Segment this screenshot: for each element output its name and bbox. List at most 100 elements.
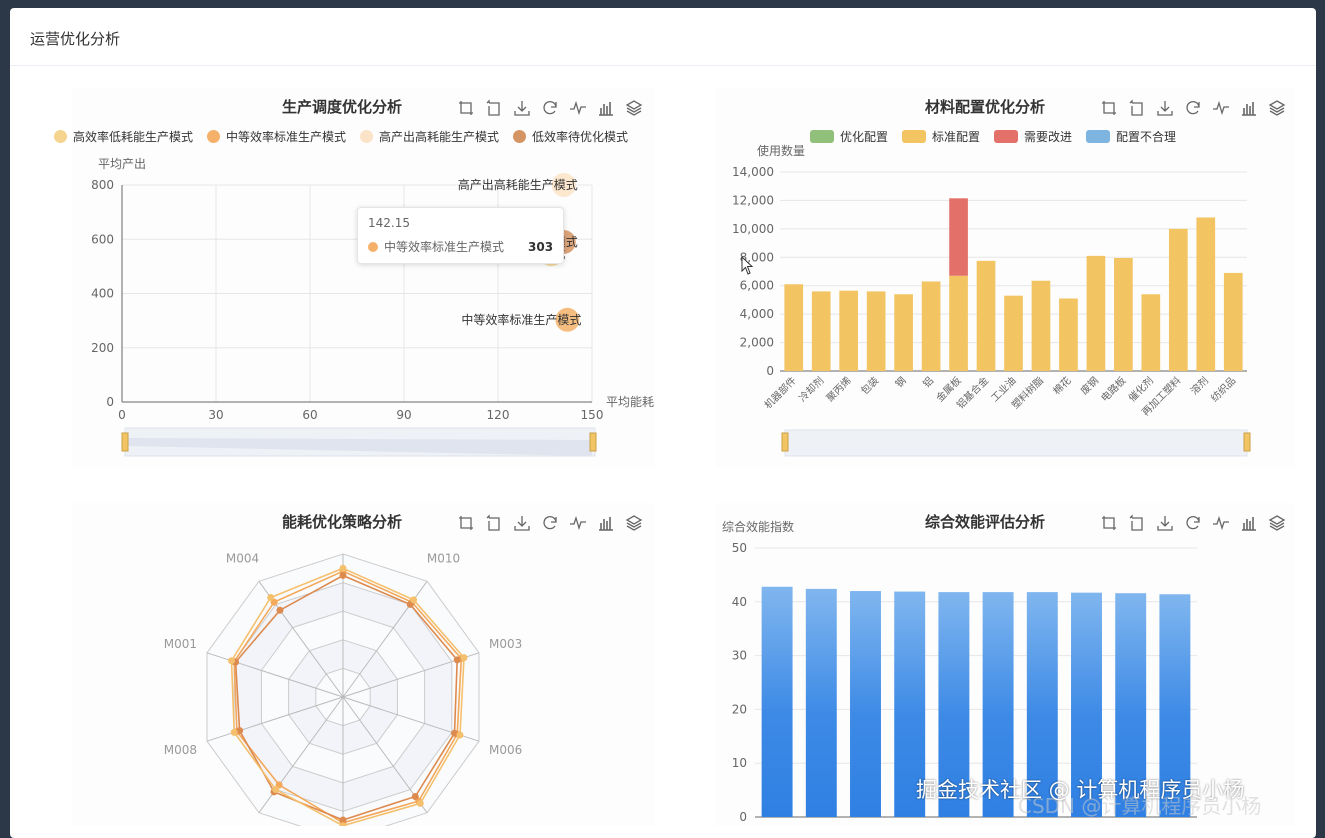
radar-indicator-label: M004 [226, 552, 259, 566]
tooltip-swatch [368, 241, 378, 252]
bar [1114, 257, 1133, 371]
bar [784, 284, 804, 371]
y-tick-label: 10 [732, 756, 747, 770]
zoom-handle-left [121, 432, 129, 452]
zoom-handle-right [1243, 432, 1251, 452]
card-header: 运营优化分析 [10, 8, 1316, 66]
radar-point [410, 596, 418, 604]
radar-point [227, 657, 235, 665]
y-tick-label: 6,000 [740, 279, 774, 293]
bar [805, 588, 837, 817]
radar-indicator-label: M006 [489, 743, 522, 757]
y-axis-title: 综合效能指数 [722, 519, 794, 534]
bar [949, 275, 968, 371]
radar-point [453, 656, 461, 664]
radar-point [460, 654, 468, 662]
tooltip-title: 142.15 [368, 216, 410, 230]
tooltip-value: 303 [528, 239, 554, 254]
radar-point [411, 792, 419, 800]
x-tick-label: 包装 [858, 374, 881, 397]
scatter-panel: 生产调度优化分析 高效率低耗能生产模式 中等效率标准生产模式 高产出高耗能生产模… [54, 88, 655, 468]
bar [866, 291, 886, 371]
x-axis-title: 平均能耗 [606, 395, 654, 409]
point-label: 中等效率标准生产模式 [461, 312, 581, 327]
y-tick-label: 800 [91, 178, 114, 192]
x-tick-label: 机器部件 [761, 374, 798, 411]
bar [1141, 294, 1161, 371]
x-tick-label: 150 [581, 408, 604, 422]
radar-point [230, 728, 238, 736]
radar-point [456, 731, 464, 739]
bar [850, 591, 881, 817]
y-tick-label: 30 [732, 649, 747, 663]
bar [1168, 228, 1188, 371]
y-tick-label: 600 [91, 232, 114, 246]
radar-chart: M010 M003 M006 M008 M001 M004 [164, 552, 522, 826]
bar [1059, 298, 1078, 371]
tooltip-series: 中等效率标准生产模式 [384, 240, 505, 254]
y-tick-label: 400 [91, 287, 114, 301]
x-tick-label: 棉花 [1050, 374, 1073, 397]
x-tick-label: 铝 [921, 375, 937, 391]
bar [1086, 255, 1106, 371]
y-tick-label: 40 [732, 595, 747, 609]
radar-indicator-label: M001 [164, 637, 197, 651]
y-tick-label: 200 [91, 341, 114, 355]
bar [894, 294, 913, 371]
y-tick-label: 0 [106, 395, 114, 409]
y-tick-label: 50 [732, 541, 747, 555]
bar [1223, 272, 1243, 371]
page-title: 运营优化分析 [30, 30, 121, 48]
scatter-tooltip: 142.15 中等效率标准生产模式 303 [357, 207, 565, 264]
radar-point [272, 786, 280, 794]
x-tick-label: 冷却剂 [796, 374, 826, 404]
x-tick-label: 0 [118, 408, 126, 422]
radar-point [339, 564, 347, 572]
y-axis-title: 使用数量 [757, 143, 805, 158]
y-tick-label: 12,000 [732, 193, 774, 207]
x-tick-label: 30 [208, 408, 223, 422]
radar-point [267, 594, 275, 602]
zoom-slider-track [784, 429, 1248, 457]
y-tick-label: 4,000 [740, 307, 774, 321]
radar-point [276, 606, 284, 614]
x-tick-label: 60 [302, 408, 317, 422]
radar-point [339, 571, 347, 579]
mouse-cursor-icon [741, 256, 754, 275]
material-panel: 材料配置优化分析 优化配置 标准配置 需要改进 配置不合理 0 2,000 4,00… [715, 88, 1295, 468]
scatter-plot: 02004006008000306090120150平均产出平均能耗效率低耗能生… [91, 157, 654, 457]
x-tick-label: 120 [487, 408, 510, 422]
point-label: 高产出高耗能生产模式 [458, 177, 578, 192]
bar [761, 586, 793, 817]
x-tick-label: 钢 [892, 374, 908, 390]
x-tick-label: 电路板 [1098, 374, 1128, 404]
x-tick-label: 废钢 [1078, 374, 1101, 397]
x-tick-label: 聚丙烯 [823, 374, 853, 404]
zoom-handle-left [781, 432, 789, 452]
bar [839, 290, 859, 371]
bar [949, 198, 968, 276]
watermark-juejin: 掘金技术社区 @ 计算机程序员小杨 [916, 778, 1245, 802]
y-tick-label: 2,000 [740, 336, 774, 350]
bar [976, 260, 996, 371]
bar [921, 281, 941, 371]
y-tick-label: 14,000 [732, 165, 774, 179]
bar [1031, 280, 1051, 371]
y-tick-label: 0 [739, 810, 747, 824]
y-tick-label: 0 [766, 364, 774, 378]
radar-indicator-label: M008 [164, 743, 197, 757]
radar-indicator-label: M010 [427, 552, 460, 566]
y-tick-label: 20 [732, 702, 747, 716]
radar-panel: 能耗优化策略分析 M010 M003 M006 M008 M001 M004 [72, 503, 655, 826]
y-tick-label: 10,000 [732, 222, 774, 236]
material-bar-chart: 02,0004,0006,0008,00010,00012,00014,000使… [732, 143, 1251, 457]
radar-indicator-label: M003 [489, 637, 522, 651]
bar [1196, 217, 1216, 371]
x-tick-label: 90 [396, 408, 411, 422]
bar [1004, 295, 1023, 371]
x-tick-label: 纺织品 [1208, 374, 1238, 404]
y-axis-title: 平均产出 [98, 157, 146, 171]
bar [811, 291, 831, 371]
radar-point [416, 799, 424, 807]
legend-swatch [54, 130, 67, 143]
